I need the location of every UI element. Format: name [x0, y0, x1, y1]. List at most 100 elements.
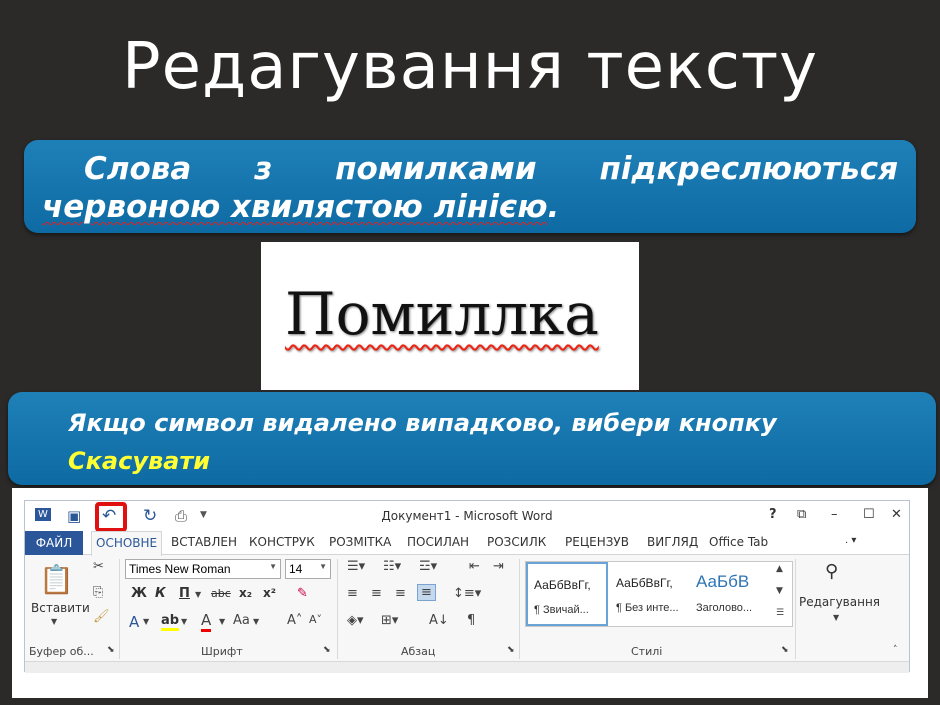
underline-dropdown-icon[interactable]: ▼: [195, 590, 201, 599]
paste-icon[interactable]: 📋: [39, 563, 74, 596]
binoculars-icon[interactable]: ⚲: [825, 561, 838, 582]
show-marks-icon[interactable]: ¶: [467, 613, 475, 628]
font-color-dropdown-icon[interactable]: ▼: [219, 617, 225, 626]
tab-file[interactable]: ФАЙЛ: [25, 531, 83, 555]
shrink-font-icon[interactable]: A˅: [309, 613, 322, 626]
text-effects-dropdown-icon[interactable]: ▼: [143, 617, 149, 626]
increase-indent-icon[interactable]: ⇥: [493, 559, 504, 574]
justify-icon[interactable]: ≡: [417, 584, 436, 601]
bold-button[interactable]: Ж: [131, 586, 147, 601]
maximize-button[interactable]: ☐: [863, 507, 875, 522]
tab-design[interactable]: КОНСТРУК: [249, 535, 315, 549]
clear-formatting-icon[interactable]: ✎: [297, 586, 308, 601]
tab-layout[interactable]: РОЗМІТКА: [329, 535, 391, 549]
tab-review[interactable]: РЕЦЕНЗУВ: [565, 535, 629, 549]
subscript-button[interactable]: x₂: [239, 586, 252, 600]
undo-highlight-word: Скасувати: [68, 447, 211, 475]
box1-wavy-text: червоною хвилястою лінією: [42, 189, 548, 225]
more-tabs-icon[interactable]: . ▾: [845, 535, 856, 546]
line-spacing-icon[interactable]: ↕≡▾: [453, 586, 481, 601]
word-window: W ▣ ↶ ↻ ⎙ ▼ Документ1 - Microsoft Word ?…: [24, 500, 910, 673]
info-box-undo: Якщо символ видалено випадково, вибери к…: [8, 392, 936, 513]
chevron-down-icon: ▼: [269, 562, 277, 571]
multilevel-list-icon[interactable]: ☲▾: [419, 559, 437, 574]
style-name: Заголово...: [696, 602, 753, 614]
borders-icon[interactable]: ⊞▾: [381, 613, 398, 628]
paragraph-launcher-icon[interactable]: ⬊: [507, 645, 515, 655]
tab-insert[interactable]: ВСТАВЛЕН: [171, 535, 237, 549]
sort-icon[interactable]: A↓: [429, 613, 449, 628]
ribbon: 📋 Вставити ▼ ✂ ⎘ 🖌 Буфер об... ⬊ Times N…: [25, 555, 909, 661]
box1-word-3: помилками: [335, 151, 537, 187]
styles-gallery: АаБбВвГг, ¶ Звичай... АаБбВвГг, ¶ Без ин…: [525, 561, 793, 627]
style-no-spacing[interactable]: АаБбВвГг, ¶ Без инте...: [610, 562, 692, 626]
tab-view[interactable]: ВИГЛЯД: [647, 535, 698, 549]
tab-mailings[interactable]: РОЗСИЛК: [487, 535, 546, 549]
box1-word-1: Слова: [84, 151, 192, 187]
font-size-value: 14: [289, 562, 303, 576]
box1-line2: червоною хвилястою лінією.: [42, 188, 898, 226]
change-case-icon[interactable]: Aa: [233, 613, 250, 628]
align-right-icon[interactable]: ≡: [395, 586, 406, 601]
title-bar: W ▣ ↶ ↻ ⎙ ▼ Документ1 - Microsoft Word ?…: [25, 501, 909, 532]
style-heading1[interactable]: АаБбВ Заголово...: [690, 562, 772, 626]
box1-period: .: [547, 189, 560, 225]
clipboard-launcher-icon[interactable]: ⬊: [107, 645, 115, 655]
separator: [795, 559, 796, 659]
shading-icon[interactable]: ◈▾: [347, 613, 364, 628]
italic-button[interactable]: К: [155, 586, 166, 601]
editing-button[interactable]: Редагування: [799, 595, 880, 609]
styles-launcher-icon[interactable]: ⬊: [781, 645, 789, 655]
font-name-select[interactable]: Times New Roman ▼: [125, 559, 281, 579]
document-area-edge: [25, 661, 909, 673]
editing-dropdown-icon[interactable]: ▼: [833, 613, 839, 622]
highlight-dropdown-icon[interactable]: ▼: [181, 617, 187, 626]
styles-scroll-up-icon[interactable]: ▲: [776, 564, 783, 574]
box1-word-4: підкреслюються: [599, 151, 898, 187]
style-normal[interactable]: АаБбВвГг, ¶ Звичай...: [526, 562, 608, 626]
styles-scroll-down-icon[interactable]: ▼: [776, 586, 783, 596]
text-effects-icon[interactable]: A: [129, 613, 139, 631]
collapse-ribbon-icon[interactable]: ˄: [893, 645, 898, 655]
word-screenshot: W ▣ ↶ ↻ ⎙ ▼ Документ1 - Microsoft Word ?…: [12, 488, 928, 698]
decrease-indent-icon[interactable]: ⇤: [469, 559, 480, 574]
close-button[interactable]: ✕: [891, 507, 902, 522]
box1-line1: Слова з помилками підкреслюються: [42, 150, 898, 188]
strikethrough-button[interactable]: abc: [211, 587, 231, 600]
underline-button[interactable]: П: [179, 586, 190, 601]
style-name: ¶ Звичай...: [534, 604, 589, 616]
misspelled-word: Помиллка: [285, 280, 599, 348]
help-button[interactable]: ?: [769, 507, 777, 522]
change-case-dropdown-icon[interactable]: ▼: [253, 617, 259, 626]
box2-prefix: Якщо символ видалено випадково, вибери к…: [68, 409, 777, 437]
numbering-icon[interactable]: ☷▾: [383, 559, 401, 574]
tab-home[interactable]: ОСНОВНЕ: [91, 531, 163, 556]
copy-icon[interactable]: ⎘: [93, 585, 103, 600]
cut-icon[interactable]: ✂: [93, 559, 104, 574]
info-box-errors: Слова з помилками підкреслюються червоно…: [24, 140, 916, 233]
font-color-icon[interactable]: A: [201, 611, 212, 632]
bullets-icon[interactable]: ☰▾: [347, 559, 365, 574]
grow-font-icon[interactable]: A˄: [287, 613, 302, 628]
separator: [337, 559, 338, 659]
paste-dropdown-icon[interactable]: ▼: [51, 617, 57, 626]
paste-label[interactable]: Вставити: [31, 601, 90, 615]
style-name: ¶ Без инте...: [616, 602, 679, 614]
ribbon-tabs: ФАЙЛ ОСНОВНЕ ВСТАВЛЕН КОНСТРУК РОЗМІТКА …: [25, 531, 909, 556]
format-painter-icon[interactable]: 🖌: [93, 609, 110, 624]
tab-office-tab[interactable]: Office Tab: [709, 535, 768, 549]
align-left-icon[interactable]: ≡: [347, 586, 358, 601]
ribbon-display-icon[interactable]: ⧉: [797, 507, 806, 522]
styles-more-icon[interactable]: ☰: [776, 608, 784, 618]
tab-references[interactable]: ПОСИЛАН: [407, 535, 469, 549]
styles-group-label: Стилі: [631, 645, 663, 658]
clipboard-group-label: Буфер об...: [29, 645, 94, 658]
font-launcher-icon[interactable]: ⬊: [323, 645, 331, 655]
highlight-color-icon[interactable]: ab: [161, 613, 180, 631]
minimize-button[interactable]: –: [831, 507, 838, 522]
style-sample: АаБбВ: [696, 572, 750, 591]
font-name-value: Times New Roman: [129, 562, 231, 576]
superscript-button[interactable]: x²: [263, 586, 276, 600]
font-size-select[interactable]: 14 ▼: [285, 559, 331, 579]
align-center-icon[interactable]: ≡: [371, 586, 382, 601]
